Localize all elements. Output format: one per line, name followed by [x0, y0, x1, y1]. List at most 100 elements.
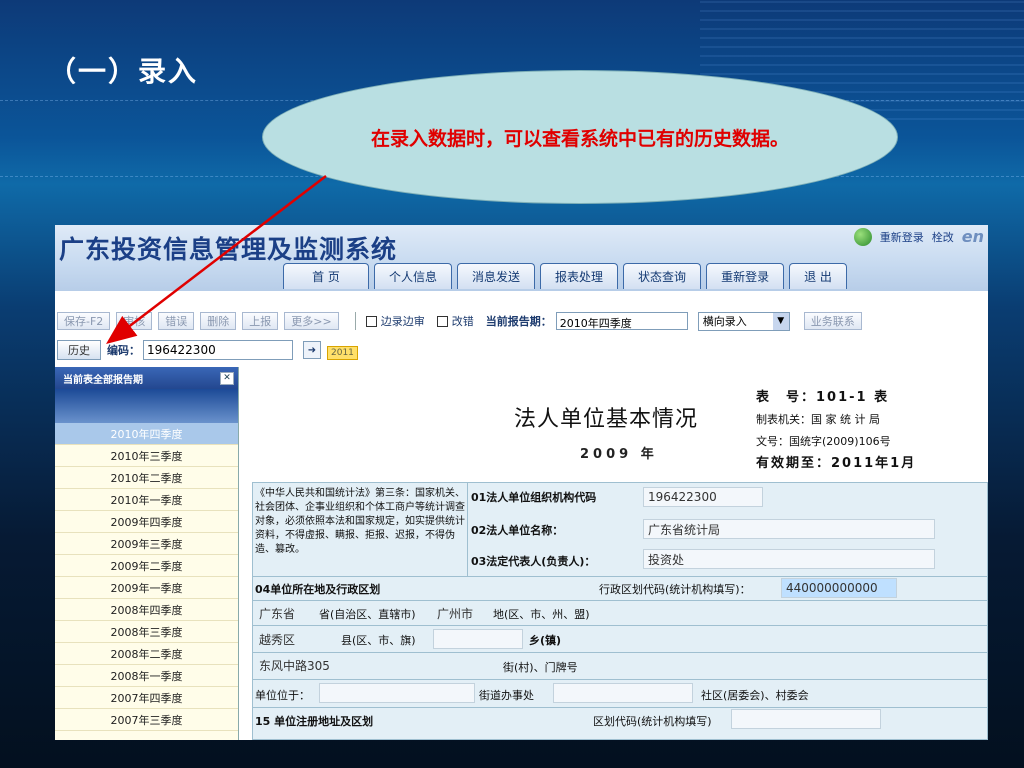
register-code-field[interactable] [731, 709, 881, 729]
grid-line [253, 625, 988, 626]
toolbar-separator [354, 312, 356, 330]
close-icon[interactable]: ✕ [220, 371, 234, 385]
relogin-link[interactable]: 重新登录 [880, 229, 924, 245]
period-item[interactable]: 2010年三季度 [55, 445, 238, 467]
law-notice: 《中华人民共和国统计法》第三条：国家机关、社会团体、企事业组织和个体工商户等统计… [255, 488, 465, 555]
app-screenshot: 广东投资信息管理及监测系统 重新登录 栓改 en 首 页 个人信息 消息发送 报… [55, 225, 988, 740]
period-sidebar: 当前表全部报告期 ✕ 2010年四季度 2010年三季度 2010年二季度 2010年… [55, 367, 239, 740]
nav-report[interactable]: 报表处理 [540, 263, 619, 289]
region-code-label: 行政区划代码(统计机构填写)： [599, 583, 751, 596]
submit-button[interactable]: 上报 [242, 312, 279, 330]
period-item[interactable]: 2008年一季度 [55, 665, 238, 687]
brand-logo: en [961, 227, 984, 246]
meta-valid: 有效期至：2011年1月 [756, 456, 917, 471]
form-title: 法人单位基本情况 [514, 407, 699, 432]
slide-title: （一）录入 [48, 55, 199, 88]
go-arrow-icon[interactable]: ➜ [303, 341, 321, 359]
grid-divider [467, 483, 468, 576]
delete-button[interactable]: 删除 [200, 312, 237, 330]
period-item[interactable]: 2009年二季度 [55, 555, 238, 577]
meta-table-no: 表 号：101-1 表 [756, 390, 890, 405]
period-item[interactable]: 2010年一季度 [55, 489, 238, 511]
period-item[interactable]: 2009年四季度 [55, 511, 238, 533]
audit-while-entering-checkbox[interactable]: 边录边审 [365, 313, 425, 329]
sidebar-title: 当前表全部报告期 [63, 374, 143, 386]
grid-line [253, 600, 988, 601]
nav-personal[interactable]: 个人信息 [374, 263, 453, 289]
toolbar: 保存-F2 审核 错误 删除 上报 更多>> 边录边审 改错 当前报告期： 20… [55, 309, 988, 333]
period-item[interactable]: 2008年三季度 [55, 621, 238, 643]
more-button[interactable]: 更多>> [284, 312, 339, 330]
subdistrict-suffix: 街道办事处 [479, 689, 534, 702]
subdistrict-field[interactable] [319, 683, 475, 703]
nav-exit[interactable]: 退 出 [789, 263, 847, 289]
period-item[interactable]: 2008年四季度 [55, 599, 238, 621]
located-label: 单位位于： [255, 689, 310, 702]
grid-line [253, 707, 988, 708]
field-15-label: 15 单位注册地址及区划 [255, 715, 374, 728]
sidebar-header: 当前表全部报告期 ✕ [55, 367, 238, 389]
period-item[interactable]: 2007年四季度 [55, 687, 238, 709]
nav-relogin[interactable]: 重新登录 [706, 263, 785, 289]
history-button[interactable]: 历史 [57, 340, 101, 360]
period-item[interactable]: 2010年二季度 [55, 467, 238, 489]
period-item[interactable]: 2009年三季度 [55, 533, 238, 555]
header-actions: 重新登录 栓改 en [853, 227, 984, 246]
town-suffix: 乡(镇) [529, 634, 562, 647]
period-label: 当前报告期： [485, 315, 552, 328]
town-field[interactable] [433, 629, 523, 649]
field-03-label: 03法定代表人(负责人)： [471, 555, 596, 568]
code-row: 历史 编码： 196422300 ➜ 2011 [55, 337, 358, 363]
code-label: 编码： [107, 344, 140, 357]
register-code-label: 区划代码(统计机构填写) [593, 715, 712, 728]
chevron-down-icon: ▼ [772, 312, 789, 330]
globe-icon [853, 227, 872, 246]
province-suffix: 省(自治区、直辖市) [319, 608, 416, 621]
county-suffix: 县(区、市、旗) [341, 634, 416, 647]
county-field[interactable]: 越秀区 [255, 629, 333, 649]
period-item[interactable]: 2008年二季度 [55, 643, 238, 665]
community-suffix: 社区(居委会)、村委会 [701, 689, 809, 702]
street-suffix: 街(村)、门牌号 [503, 661, 578, 674]
period-item[interactable]: 2010年四季度 [55, 423, 238, 445]
legal-rep-field[interactable]: 投资处 [643, 549, 935, 569]
field-01-label: 01法人单位组织机构代码 [471, 491, 597, 504]
city-suffix: 地(区、市、州、盟) [493, 608, 590, 621]
callout-ellipse: 在录入数据时，可以查看系统中已有的历史数据。 [262, 70, 898, 204]
save-button[interactable]: 保存-F2 [57, 312, 111, 330]
form-meta: 表 号：101-1 表 制表机关：国 家 统 计 局 文号：国统字(2009)1… [756, 387, 916, 475]
error-button[interactable]: 错误 [158, 312, 195, 330]
org-code-field[interactable]: 196422300 [643, 487, 763, 507]
correct-errors-checkbox[interactable]: 改错 [436, 313, 474, 329]
app-header: 广东投资信息管理及监测系统 重新登录 栓改 en 首 页 个人信息 消息发送 报… [55, 225, 988, 291]
grid-line [253, 576, 988, 577]
audit-button[interactable]: 审核 [116, 312, 153, 330]
callout-text: 在录入数据时，可以查看系统中已有的历史数据。 [370, 127, 789, 150]
business-contact-button[interactable]: 业务联系 [803, 312, 862, 330]
period-item[interactable]: 2007年三季度 [55, 709, 238, 731]
header-control-partial[interactable]: 栓改 [932, 229, 954, 245]
nav-message[interactable]: 消息发送 [457, 263, 536, 289]
year-chip[interactable]: 2011 [327, 346, 358, 360]
period-list: 2010年四季度 2010年三季度 2010年二季度 2010年一季度 2009年四季度… [55, 423, 238, 731]
grid-line [253, 679, 988, 680]
form-grid: 《中华人民共和国统计法》第三条：国家机关、社会团体、企事业组织和个体工商户等统计… [252, 482, 988, 740]
city-field[interactable]: 广州市 [433, 603, 489, 623]
nav-home[interactable]: 首 页 [283, 263, 369, 289]
period-item[interactable]: 2009年一季度 [55, 577, 238, 599]
form-area: 法人单位基本情况 2009 年 表 号：101-1 表 制表机关：国 家 统 计… [242, 367, 988, 740]
province-field[interactable]: 广东省 [255, 603, 313, 623]
nav-status[interactable]: 状态查询 [623, 263, 702, 289]
entry-mode-select[interactable]: 横向录入 ▼ [697, 311, 790, 331]
community-field[interactable] [553, 683, 693, 703]
field-04-label: 04单位所在地及行政区划 [255, 583, 381, 596]
system-title: 广东投资信息管理及监测系统 [59, 235, 398, 264]
code-input[interactable]: 196422300 [143, 340, 293, 360]
grid-line [253, 652, 988, 653]
meta-org: 制表机关：国 家 统 计 局 [756, 413, 880, 426]
period-input[interactable]: 2010年四季度 [555, 312, 688, 330]
meta-doc: 文号：国统字(2009)106号 [756, 435, 891, 448]
street-field[interactable]: 东风中路305 [255, 655, 475, 675]
unit-name-field[interactable]: 广东省统计局 [643, 519, 935, 539]
region-code-field[interactable]: 440000000000 [781, 578, 897, 598]
